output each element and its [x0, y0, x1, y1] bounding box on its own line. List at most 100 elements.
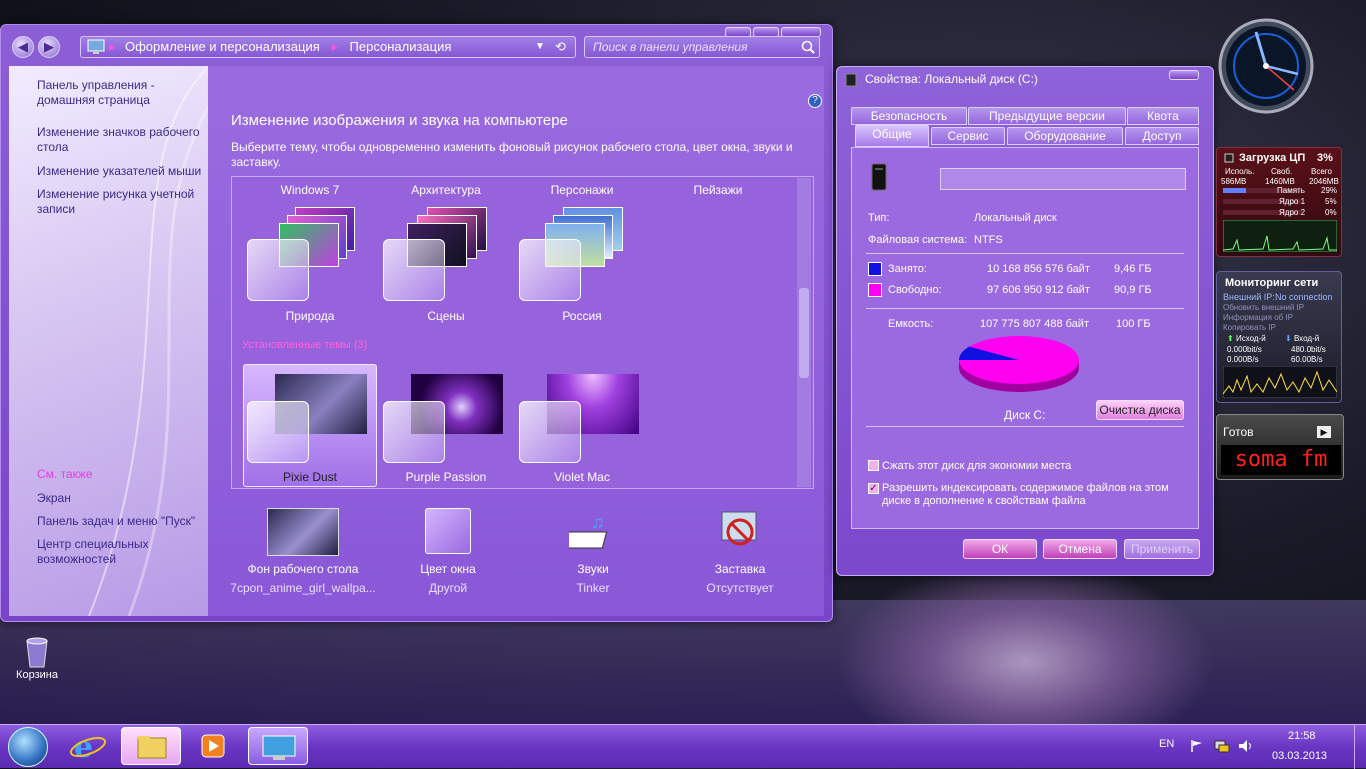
- ip-info-link[interactable]: Информация об IP: [1223, 313, 1293, 322]
- theme-list-scrollbar[interactable]: [797, 178, 811, 487]
- tab-quota[interactable]: Квота: [1127, 107, 1199, 125]
- remote-desktop-icon: [262, 735, 296, 760]
- category-landscapes: Пейзажи: [693, 183, 743, 197]
- theme-tile-pixie-dust[interactable]: Pixie Dust: [245, 368, 375, 486]
- compress-checkbox[interactable]: [868, 460, 879, 471]
- sounds-setting[interactable]: ♫ Звуки Tinker: [518, 508, 668, 595]
- type-value: Локальный диск: [974, 212, 1057, 224]
- address-bar[interactable]: ▸ Оформление и персонализация ▸ Персонал…: [80, 36, 576, 58]
- help-icon[interactable]: ?: [808, 94, 822, 108]
- tab-hardware[interactable]: Оборудование: [1007, 127, 1123, 145]
- link-display[interactable]: Экран: [37, 491, 207, 506]
- filesystem-label: Файловая система:: [868, 234, 968, 246]
- tab-sharing[interactable]: Доступ: [1125, 127, 1199, 145]
- media-player-icon: [201, 734, 225, 758]
- theme-glass-swatch: [383, 401, 445, 463]
- refresh-ip-link[interactable]: Обновить внешний IP: [1223, 303, 1304, 312]
- forward-button[interactable]: ▶: [38, 36, 60, 58]
- taskbar-ie[interactable]: e: [60, 727, 120, 765]
- setting-value: 7cpon_anime_girl_wallpa...: [230, 581, 376, 595]
- used-bytes: 10 168 856 576 байт: [987, 263, 1090, 275]
- theme-tile-scenes[interactable]: Сцены: [381, 205, 511, 325]
- tab-general[interactable]: Общие: [855, 125, 929, 147]
- theme-label: Сцены: [427, 309, 465, 323]
- back-icon: ◀: [18, 39, 28, 54]
- download-label-text: Вход-й: [1293, 334, 1320, 343]
- network-icon[interactable]: [1214, 739, 1230, 753]
- disk-cleanup-button[interactable]: Очистка диска: [1096, 400, 1184, 420]
- desktop-background-setting[interactable]: Фон рабочего стола 7cpon_anime_girl_wall…: [228, 508, 378, 595]
- ok-button[interactable]: ОК: [963, 539, 1037, 559]
- setting-label: Звуки: [577, 562, 609, 576]
- play-icon[interactable]: ▶: [1317, 426, 1331, 438]
- tab-previous-versions[interactable]: Предыдущие версии: [968, 107, 1126, 125]
- apply-button[interactable]: Применить: [1124, 539, 1200, 559]
- theme-label: Violet Mac: [554, 470, 610, 484]
- back-button[interactable]: ◀: [12, 36, 34, 58]
- cpu-gadget[interactable]: Загрузка ЦП 3% Исполь. Своб. Всего 586MB…: [1216, 147, 1342, 257]
- copy-ip-link[interactable]: Копировать IP: [1223, 323, 1276, 332]
- radio-station-display: soma fm: [1221, 445, 1341, 475]
- language-indicator[interactable]: EN: [1159, 738, 1174, 750]
- svg-text:♫: ♫: [591, 512, 605, 532]
- flag-icon[interactable]: [1190, 739, 1204, 753]
- theme-tile-violet-mac[interactable]: Violet Mac: [517, 368, 647, 486]
- core2-value: 0%: [1325, 208, 1337, 217]
- radio-status: Готов: [1223, 425, 1254, 439]
- clock-date[interactable]: 03.03.2013: [1272, 750, 1327, 762]
- search-icon[interactable]: [801, 40, 815, 54]
- disk-usage-pie: [959, 336, 1079, 392]
- radio-gadget[interactable]: Готов ▶ soma fm: [1216, 414, 1344, 480]
- sounds-icon: ♫: [569, 512, 608, 549]
- theme-glass-swatch: [519, 401, 581, 463]
- cpu-col-value: 1460MB: [1265, 177, 1295, 186]
- used-color-swatch: [868, 262, 882, 276]
- window-color-setting[interactable]: Цвет окна Другой: [373, 508, 523, 595]
- refresh-icon[interactable]: ⟲: [555, 37, 566, 57]
- cancel-button[interactable]: Отмена: [1043, 539, 1117, 559]
- breadcrumb-item[interactable]: Персонализация: [350, 39, 452, 54]
- drive-label-input[interactable]: [940, 168, 1186, 190]
- cpu-col-value: 586MB: [1221, 177, 1247, 186]
- recycle-bin[interactable]: Корзина: [10, 635, 64, 681]
- scrollbar-thumb[interactable]: [799, 288, 809, 378]
- link-taskbar[interactable]: Панель задач и меню "Пуск": [37, 514, 207, 529]
- dialog-close-button[interactable]: [1169, 70, 1199, 80]
- start-orb-icon[interactable]: [8, 727, 48, 767]
- index-checkbox[interactable]: ✓: [868, 483, 879, 494]
- taskbar-control-panel[interactable]: [248, 727, 308, 765]
- network-monitor-gadget[interactable]: Мониторинг сети Внешний IP: No connectio…: [1216, 271, 1342, 403]
- breadcrumb-item[interactable]: Оформление и персонализация: [125, 39, 320, 54]
- link-desktop-icons[interactable]: Изменение значков рабочего стола: [37, 125, 207, 155]
- theme-glass-swatch: [247, 401, 309, 463]
- chevron-down-icon[interactable]: ▼: [535, 37, 545, 57]
- category-characters: Персонажи: [550, 183, 614, 197]
- screensaver-setting[interactable]: Заставка Отсутствует: [665, 508, 815, 595]
- link-control-panel-home[interactable]: Панель управления - домашняя страница: [37, 78, 207, 108]
- upload-bytes: 0.000B/s: [1227, 355, 1259, 364]
- type-label: Тип:: [868, 212, 890, 224]
- taskbar-explorer[interactable]: [121, 727, 181, 765]
- theme-tile-purple-passion[interactable]: Purple Passion: [381, 368, 511, 486]
- clock-gadget[interactable]: [1218, 8, 1314, 126]
- clock-time[interactable]: 21:58: [1288, 730, 1316, 742]
- divider: [866, 426, 1184, 427]
- taskbar: e EN 21:58 03.03.2013: [0, 724, 1366, 769]
- theme-tile-russia[interactable]: Россия: [517, 205, 647, 325]
- link-mouse-pointers[interactable]: Изменение указателей мыши: [37, 164, 207, 179]
- color-swatch: [425, 508, 471, 554]
- taskbar-media-player[interactable]: [182, 727, 242, 765]
- search-input[interactable]: Поиск в панели управления: [584, 36, 820, 58]
- used-gb: 9,46 ГБ: [1114, 263, 1152, 275]
- category-architecture: Архитектура: [411, 183, 481, 197]
- tab-security[interactable]: Безопасность: [851, 107, 967, 125]
- theme-label: Pixie Dust: [282, 470, 338, 484]
- link-account-picture[interactable]: Изменение рисунка учетной записи: [37, 187, 207, 217]
- link-ease-of-access[interactable]: Центр специальных возможностей: [37, 537, 207, 567]
- recycle-bin-label: Корзина: [16, 669, 58, 681]
- theme-tile-nature[interactable]: Природа: [245, 205, 375, 325]
- show-desktop-button[interactable]: [1354, 725, 1366, 769]
- tab-tools[interactable]: Сервис: [931, 127, 1005, 145]
- volume-icon[interactable]: [1238, 739, 1254, 753]
- upload-bits: 0.000bit/s: [1227, 345, 1262, 354]
